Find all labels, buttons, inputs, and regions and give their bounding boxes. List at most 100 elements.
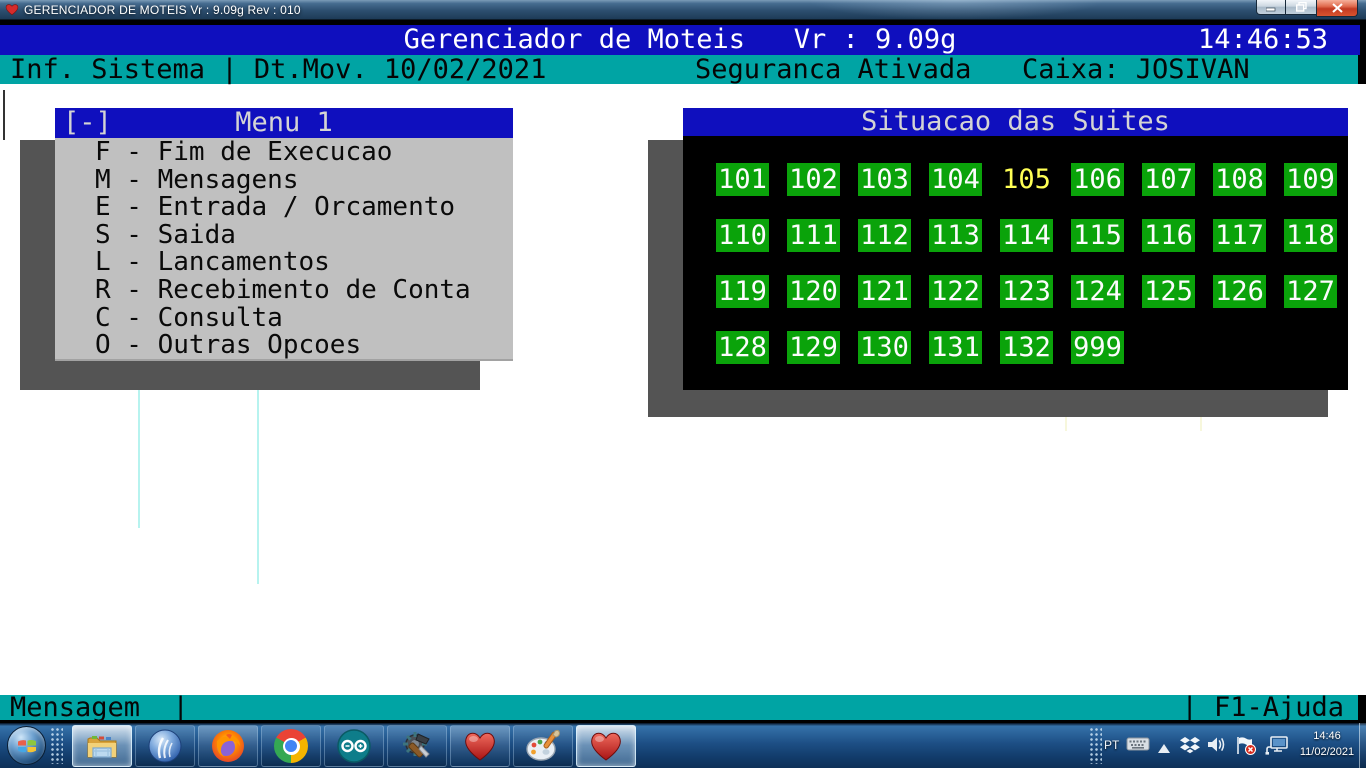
menu-item-c[interactable]: C - Consulta xyxy=(55,304,513,333)
firefox-icon xyxy=(212,730,244,762)
app-header-bar: Gerenciador de Moteis Vr : 9.09g 14:46:5… xyxy=(0,25,1360,55)
taskbar-grip xyxy=(1089,727,1102,764)
suite-125[interactable]: 125 xyxy=(1142,275,1195,308)
suite-127[interactable]: 127 xyxy=(1284,275,1337,308)
suite-111[interactable]: 111 xyxy=(787,219,840,252)
suite-128[interactable]: 128 xyxy=(716,331,769,364)
suite-row: 128 129 130 131 132 999 xyxy=(716,331,1348,364)
minimize-button[interactable] xyxy=(1256,0,1286,15)
message-label: Mensagem | xyxy=(10,692,189,723)
taskbar-firefox[interactable] xyxy=(198,725,258,767)
suite-112[interactable]: 112 xyxy=(858,219,911,252)
winbox-sphere-icon xyxy=(148,729,182,763)
suite-120[interactable]: 120 xyxy=(787,275,840,308)
suite-110[interactable]: 110 xyxy=(716,219,769,252)
tray-time: 14:46 xyxy=(1313,730,1341,742)
show-desktop-button[interactable] xyxy=(1359,723,1366,768)
security-status: Seguranca Ativada xyxy=(695,54,972,85)
taskbar-arduino[interactable] xyxy=(324,725,384,767)
suite-129[interactable]: 129 xyxy=(787,331,840,364)
tray-clock[interactable]: 14:46 11/02/2021 xyxy=(1296,728,1358,760)
taskbar-chrome[interactable] xyxy=(261,725,321,767)
suite-row: 119 120 121 122 123 124 125 126 127 xyxy=(716,275,1348,308)
suite-102[interactable]: 102 xyxy=(787,163,840,196)
menu-window: [-] Menu 1 F - Fim de Execucao M - Mensag… xyxy=(55,108,513,361)
suite-130[interactable]: 130 xyxy=(858,331,911,364)
heart-icon xyxy=(591,732,621,761)
taskbar-windows-explorer[interactable] xyxy=(72,725,132,767)
tray-date: 11/02/2021 xyxy=(1299,746,1355,758)
suite-132[interactable]: 132 xyxy=(1000,331,1053,364)
menu-item-f[interactable]: F - Fim de Execucao xyxy=(55,138,513,167)
taskbar-paint[interactable] xyxy=(513,725,573,767)
close-button[interactable] xyxy=(1316,0,1358,17)
restore-button[interactable] xyxy=(1286,0,1316,15)
suite-116[interactable]: 116 xyxy=(1142,219,1195,252)
suite-103[interactable]: 103 xyxy=(858,163,911,196)
network-icon[interactable] xyxy=(1265,736,1289,760)
suites-window: Situacao das Suites 101 102 103 104 105 106 10… xyxy=(683,108,1348,390)
taskbar-moteis-heart-active[interactable] xyxy=(576,725,636,767)
app-clock: 14:46:53 xyxy=(1197,24,1328,55)
suite-117[interactable]: 117 xyxy=(1213,219,1266,252)
moteis-app-screen: Gerenciador de Moteis Vr : 9.09g 14:46:5… xyxy=(0,25,1366,723)
screen-artifact-faint-line xyxy=(1065,417,1067,431)
suite-121[interactable]: 121 xyxy=(858,275,911,308)
menu-window-shadow xyxy=(55,361,480,390)
hammer-gear-icon xyxy=(403,732,430,758)
suite-114[interactable]: 114 xyxy=(1000,219,1053,252)
suite-126[interactable]: 126 xyxy=(1213,275,1266,308)
taskbar-winbox[interactable] xyxy=(135,725,195,767)
keyboard-icon[interactable] xyxy=(1126,736,1150,757)
dropbox-icon[interactable] xyxy=(1180,736,1200,759)
suites-grid: 101 102 103 104 105 106 107 108 109 110 111 112 113 1… xyxy=(683,136,1348,390)
suite-row: 110 111 112 113 114 115 116 117 118 xyxy=(716,219,1348,252)
folder-icon xyxy=(87,736,117,758)
menu-item-e[interactable]: E - Entrada / Orcamento xyxy=(55,194,513,222)
suite-104[interactable]: 104 xyxy=(929,163,982,196)
help-hint: | F1-Ajuda xyxy=(1181,692,1344,723)
windows-flag-icon xyxy=(17,739,36,752)
suite-124[interactable]: 124 xyxy=(1071,275,1124,308)
suite-122[interactable]: 122 xyxy=(929,275,982,308)
menu-item-m[interactable]: M - Mensagens xyxy=(55,166,513,195)
menu-titlebar: [-] Menu 1 xyxy=(55,108,513,138)
speaker-icon[interactable] xyxy=(1207,736,1227,758)
suite-107[interactable]: 107 xyxy=(1142,163,1195,196)
suite-108[interactable]: 108 xyxy=(1213,163,1266,196)
chrome-icon xyxy=(274,729,308,763)
suite-105[interactable]: 105 xyxy=(1000,163,1053,196)
suite-119[interactable]: 119 xyxy=(716,275,769,308)
menu-collapse-control[interactable]: [-] xyxy=(63,108,112,138)
window-titlebar: GERENCIADOR DE MOTEIS Vr : 9.09g Rev : 0… xyxy=(0,0,1366,20)
suites-window-shadow xyxy=(683,390,1328,417)
suite-109[interactable]: 109 xyxy=(1284,163,1337,196)
suite-118[interactable]: 118 xyxy=(1284,219,1337,252)
suite-131[interactable]: 131 xyxy=(929,331,982,364)
menu-item-s[interactable]: S - Saida xyxy=(55,221,513,250)
menu-title: Menu 1 xyxy=(235,107,333,138)
screen-artifact-faint-line xyxy=(1200,417,1202,431)
suite-101[interactable]: 101 xyxy=(716,163,769,196)
heart-icon xyxy=(465,732,495,761)
menu-item-r[interactable]: R - Recebimento de Conta xyxy=(55,276,513,305)
taskbar-system-tools[interactable] xyxy=(387,725,447,767)
paint-palette-icon xyxy=(526,729,561,761)
start-button[interactable] xyxy=(7,726,46,765)
suite-113[interactable]: 113 xyxy=(929,219,982,252)
status-bar: Mensagem | | F1-Ajuda xyxy=(0,692,1358,723)
menu-item-o[interactable]: O - Outras Opcoes xyxy=(55,332,513,360)
language-indicator[interactable]: PT xyxy=(1104,738,1119,752)
menu-list: F - Fim de Execucao M - Mensagens E - Entr… xyxy=(55,138,513,361)
suite-106[interactable]: 106 xyxy=(1071,163,1124,196)
suite-115[interactable]: 115 xyxy=(1071,219,1124,252)
app-title: Gerenciador de Moteis Vr : 9.09g xyxy=(403,24,957,55)
menu-item-l[interactable]: L - Lancamentos xyxy=(55,249,513,277)
taskbar-moteis-heart[interactable] xyxy=(450,725,510,767)
suite-999[interactable]: 999 xyxy=(1071,331,1124,364)
action-center-flag-icon[interactable] xyxy=(1235,736,1257,760)
show-hidden-icons-arrow[interactable] xyxy=(1158,740,1170,758)
app-subheader-bar: Inf. Sistema | Dt.Mov. 10/02/2021 Segura… xyxy=(0,55,1358,84)
suite-123[interactable]: 123 xyxy=(1000,275,1053,308)
system-info-and-date: Inf. Sistema | Dt.Mov. 10/02/2021 xyxy=(10,54,547,85)
